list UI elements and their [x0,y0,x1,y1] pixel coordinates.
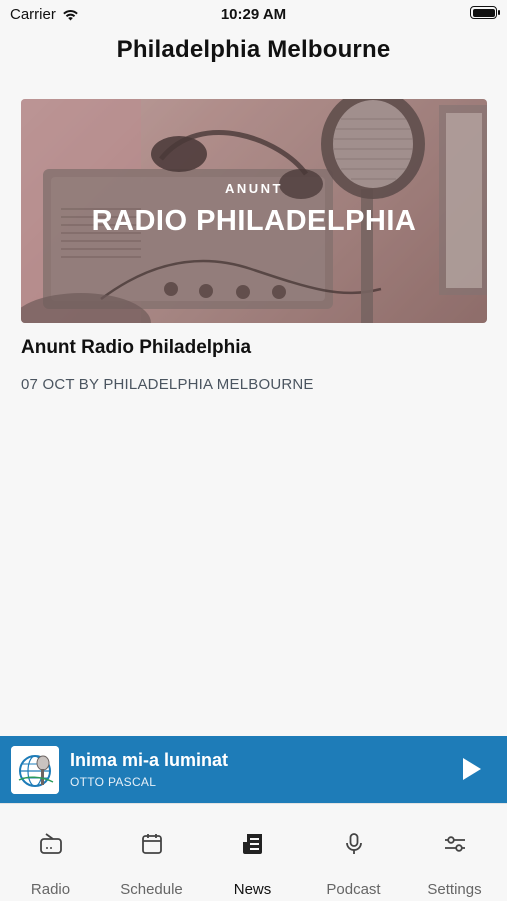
microphone-icon [346,833,362,854]
image-headline: RADIO PHILADELPHIA [91,205,417,237]
track-title: Inima mi-a luminat [70,750,229,770]
tab-news[interactable]: News [202,804,303,901]
tab-bar: Radio Schedule News Podcast Settings [0,803,507,901]
album-art [11,746,59,794]
status-bar: Carrier 10:29 AM [0,0,507,28]
news-icon [243,834,262,854]
tab-schedule[interactable]: Schedule [101,804,202,901]
sliders-icon [445,836,465,852]
article-meta: 07 OCT BY PHILADELPHIA MELBOURNE [21,376,314,393]
album-art-image [11,746,59,794]
tab-podcast[interactable]: Podcast [303,804,404,901]
tab-label: Schedule [120,881,183,898]
image-kicker: ANUNT [225,181,283,196]
tab-label: Radio [30,881,71,898]
clock: 10:29 AM [220,6,287,23]
tab-label: News [233,881,272,898]
battery-icon [470,6,500,19]
article-title[interactable]: Anunt Radio Philadelphia [21,337,251,359]
tab-radio[interactable]: Radio [0,804,101,901]
page-title: Philadelphia Melbourne [116,36,391,63]
radio-icon [40,833,62,854]
article-image[interactable]: ANUNT RADIO PHILADELPHIA [21,99,487,323]
play-button[interactable] [455,754,485,784]
tab-label: Podcast [326,881,381,898]
play-icon [463,758,481,780]
battery-level [472,8,495,17]
track-artist: OTTO PASCAL [70,775,157,789]
tab-label: Settings [427,881,482,898]
calendar-icon [142,834,162,854]
tab-settings[interactable]: Settings [404,804,505,901]
